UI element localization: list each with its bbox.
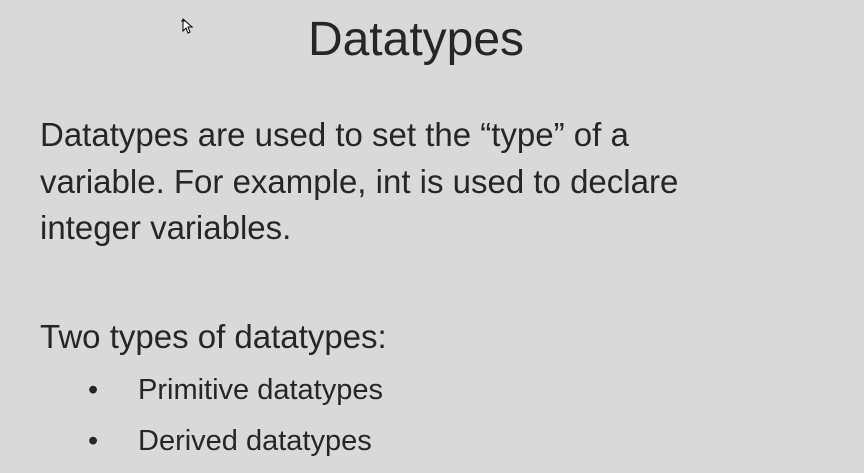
slide-title: Datatypes [307,13,525,66]
bullet-icon: • [88,374,99,406]
bullet-text: Derived datatypes [138,425,372,457]
bullet-item: • Derived datatypes [88,425,372,458]
body-line: Datatypes are used to set the “type” of … [40,116,629,153]
bullet-text: Primitive datatypes [138,374,383,406]
bullet-item: • Primitive datatypes [88,374,383,407]
bullet-icon: • [88,425,99,457]
body-line: variable. For example, int is used to de… [40,162,679,200]
slide-body-text: Datatypes are used to set the “type” of … [40,112,678,252]
subheading: Two types of datatypes: [40,318,387,355]
body-line: integer variables. [40,209,292,246]
